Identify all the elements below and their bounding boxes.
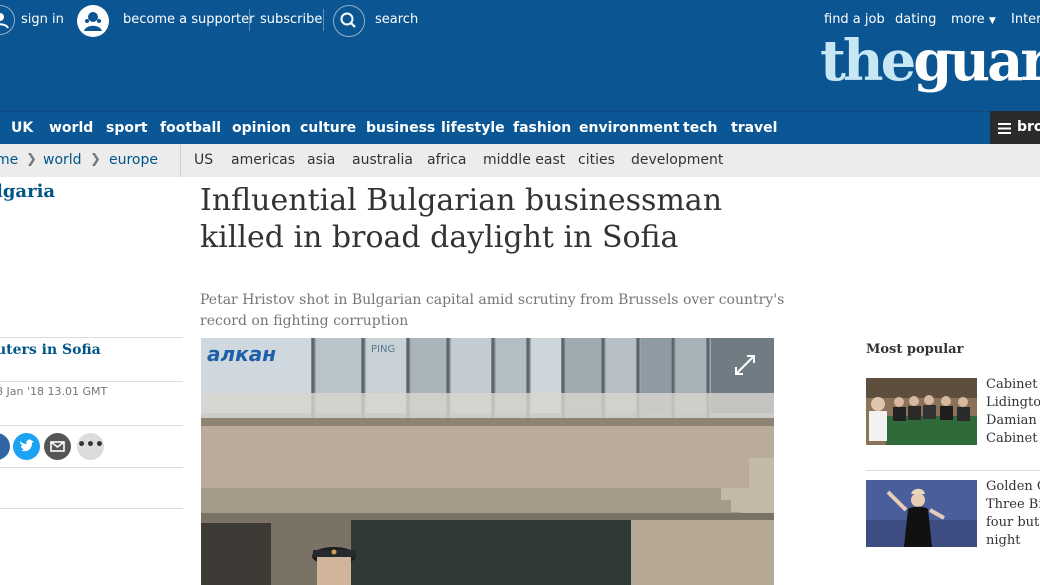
find-a-job-link[interactable]: find a job [824,12,885,27]
most-popular-line: night [986,533,1021,548]
menu-button[interactable]: bro [990,111,1040,144]
meta-rule [0,508,183,509]
nav-item-lifestyle[interactable]: lifestyle [441,120,505,136]
search-link[interactable]: search [375,12,418,27]
golden-globes-photo [866,480,977,547]
most-popular-item-1[interactable]: Cabinet r Lidingto Damian G Cabinet c [986,376,1040,448]
photo-scene [201,338,774,585]
chevron-right-icon: ❯ [90,152,101,167]
logo-rest: guard [913,28,1040,94]
become-supporter-link[interactable]: become a supporter [123,12,255,27]
meta-rule [0,381,183,382]
twitter-share-icon[interactable] [13,433,40,460]
header-divider [249,9,250,31]
most-popular-line: Three Bil [986,497,1040,512]
nav-item-football[interactable]: football [160,120,221,136]
subnav: me ❯ world ❯ europe US americas asia aus… [0,144,1040,177]
nav-item-environment[interactable]: environment [579,120,680,136]
most-popular-line: four but [986,515,1040,530]
search-icon[interactable] [333,5,365,37]
most-popular-line: Cabinet c [986,431,1040,446]
more-share-icon[interactable]: ••• [77,433,104,460]
guardian-logo[interactable]: theguard [820,28,1040,94]
facebook-share-icon[interactable]: f [0,433,10,460]
nav-item-sport[interactable]: sport [106,120,148,136]
most-popular-line: Golden G [986,479,1040,494]
section-tag[interactable]: lgaria [0,181,55,202]
subnav-item-development[interactable]: development [631,152,723,168]
subnav-item-asia[interactable]: asia [307,152,335,168]
header-divider [323,9,324,31]
breadcrumb-world[interactable]: world [43,152,82,168]
primary-nav: UK world sport football opinion culture … [0,111,1040,145]
photo-sign-text: алкан [207,342,277,366]
article-standfirst: Petar Hristov shot in Bulgarian capital … [200,292,785,329]
nav-item-uk[interactable]: UK [11,120,33,136]
article-main-photo[interactable]: алкан PING [201,338,774,585]
subnav-divider [180,144,181,177]
breadcrumb-home[interactable]: me [0,152,18,168]
nav-item-opinion[interactable]: opinion [232,120,291,136]
sign-in-link[interactable]: sign in [21,12,64,27]
masthead: sign in become a supporter subscribe sea… [0,0,1040,111]
most-popular-line: Damian G [986,413,1040,428]
meta-rule [0,337,183,338]
more-menu[interactable]: more ▼ [951,12,996,27]
subnav-item-americas[interactable]: americas [231,152,295,168]
breadcrumb-europe[interactable]: europe [109,152,158,168]
email-share-icon[interactable] [44,433,71,460]
edition-link[interactable]: Intern [1011,12,1040,27]
photo-sign2-text: PING [371,344,396,355]
more-label: more [951,12,985,27]
nav-item-tech[interactable]: tech [683,120,717,136]
most-popular-heading: Most popular [866,342,964,357]
most-popular-thumb[interactable] [866,378,977,445]
dateline: 8 Jan '18 13.01 GMT [0,385,108,398]
most-popular-rule [866,470,1040,471]
subnav-item-cities[interactable]: cities [578,152,615,168]
cabinet-photo [866,378,977,445]
byline[interactable]: uters in Sofia [0,342,101,358]
chevron-right-icon: ❯ [26,152,37,167]
most-popular-thumb[interactable] [866,480,977,547]
caret-down-icon: ▼ [988,16,996,26]
subscribe-link[interactable]: subscribe [260,12,322,27]
nav-item-culture[interactable]: culture [300,120,356,136]
meta-rule [0,467,183,468]
nav-item-fashion[interactable]: fashion [513,120,571,136]
meta-rule [0,425,183,426]
most-popular-item-2[interactable]: Golden G Three Bil four but night [986,478,1040,550]
subnav-item-australia[interactable]: australia [352,152,413,168]
subnav-item-africa[interactable]: africa [427,152,466,168]
dating-link[interactable]: dating [895,12,936,27]
user-icon[interactable] [0,5,15,35]
menu-label: bro [1017,119,1040,135]
supporter-icon[interactable] [77,5,109,37]
expand-image-icon[interactable] [730,350,760,380]
logo-the: the [820,28,916,94]
most-popular-line: Cabinet r [986,377,1040,392]
nav-item-world[interactable]: world [49,120,93,136]
subnav-item-middle-east[interactable]: middle east [483,152,565,168]
article-headline: Influential Bulgarian businessman killed… [200,183,723,255]
hamburger-icon [998,122,1011,134]
most-popular-line: Lidingto [986,395,1040,410]
nav-item-business[interactable]: business [366,120,435,136]
nav-item-travel[interactable]: travel [731,120,777,136]
subnav-item-us[interactable]: US [194,152,213,168]
